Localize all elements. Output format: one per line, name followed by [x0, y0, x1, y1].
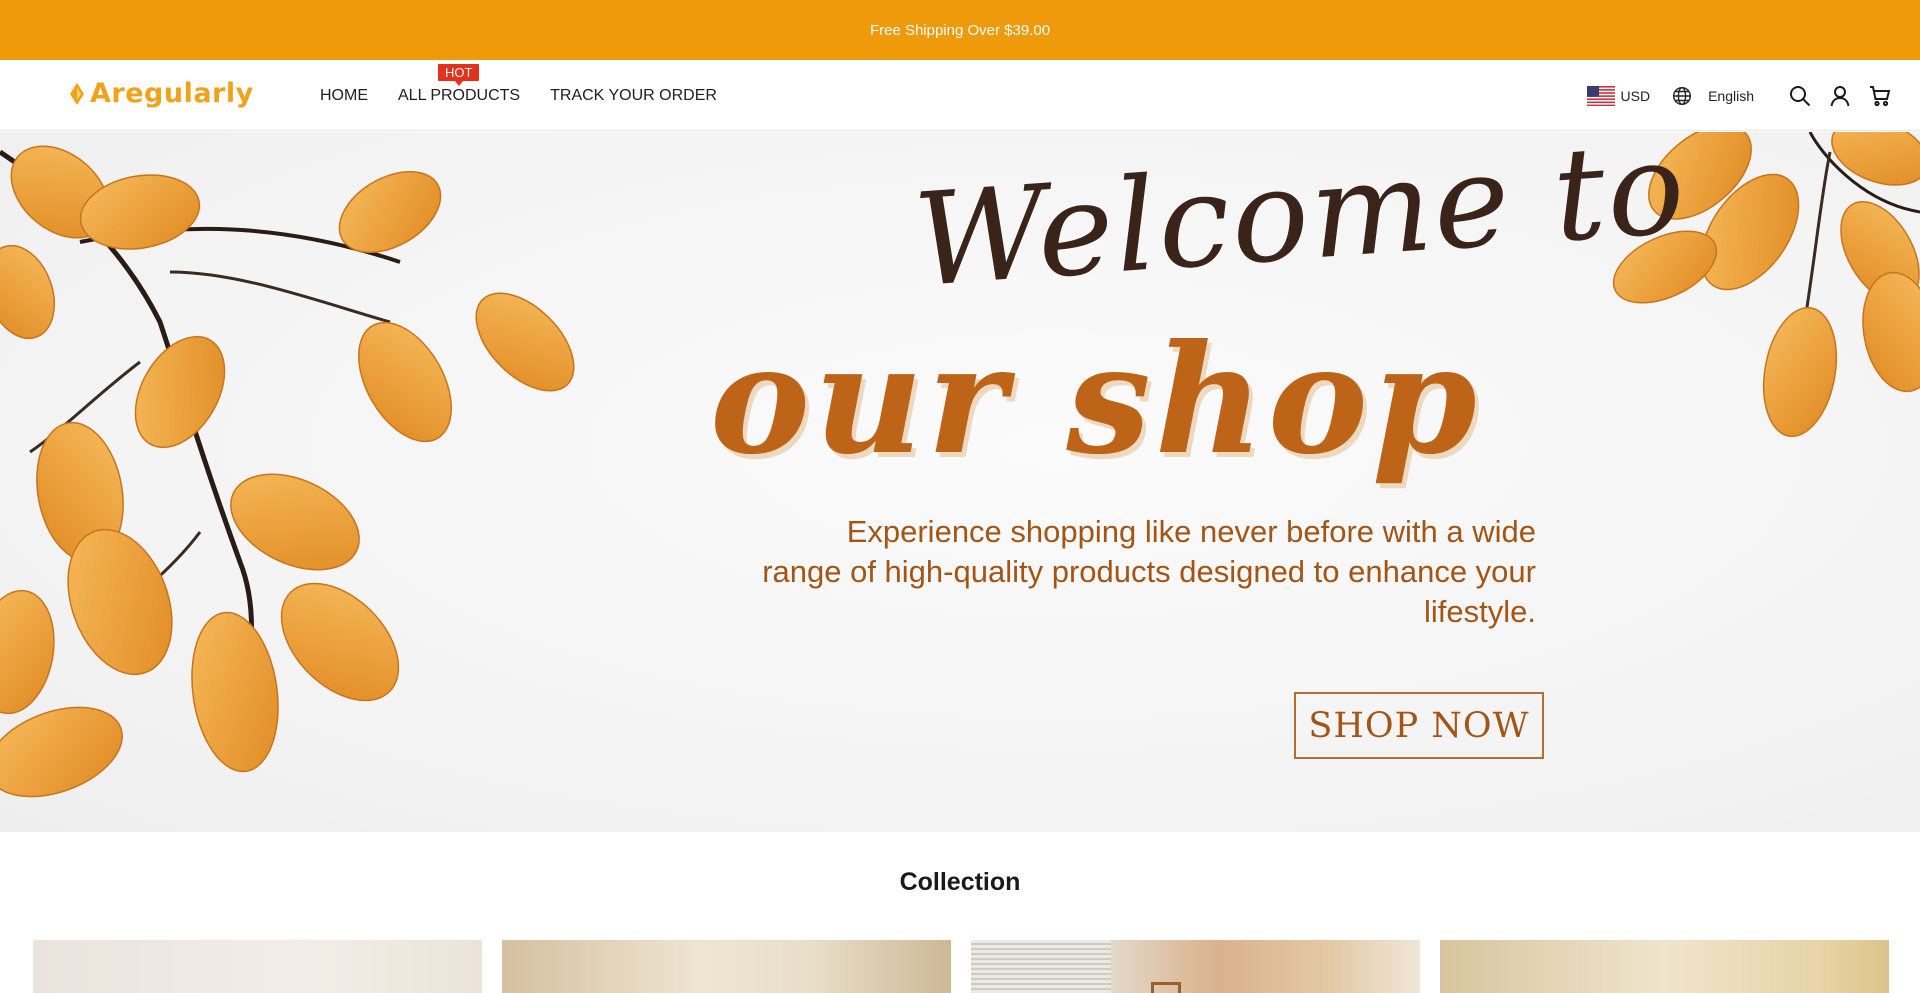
collection-card-4[interactable] — [1440, 940, 1889, 993]
nav-track-order-label: TRACK YOUR ORDER — [550, 86, 717, 104]
currency-label: USD — [1620, 87, 1651, 104]
hero-description: Experience shopping like never before wi… — [762, 514, 1536, 629]
collection-title: Collection — [899, 868, 1021, 896]
account-button[interactable] — [1828, 84, 1852, 108]
nav-track-order[interactable]: TRACK YOUR ORDER — [550, 87, 717, 105]
hot-badge: HOT — [438, 63, 480, 86]
cart-button[interactable] — [1868, 84, 1892, 108]
logo[interactable]: Aregularly — [68, 78, 254, 109]
picture-frame-image — [1151, 982, 1181, 993]
collection-card-3[interactable] — [971, 940, 1420, 993]
hero-title-bold: our shop — [710, 312, 1481, 488]
window-blind-image — [971, 940, 1111, 993]
language-label: English — [1708, 87, 1754, 104]
shop-now-label: SHOP NOW — [1308, 705, 1530, 746]
nav-all-products-label: ALL PRODUCTS — [398, 86, 521, 104]
main-nav: HOME HOT ALL PRODUCTS TRACK YOUR ORDER — [320, 60, 747, 131]
hero-banner: Welcome to our shop Experience shopping … — [0, 132, 1920, 832]
globe-icon — [1673, 86, 1692, 105]
header-actions: USD English — [1586, 60, 1892, 131]
nav-home[interactable]: HOME — [320, 87, 368, 105]
collection-grid — [33, 940, 1889, 993]
collection-card-1[interactable] — [33, 940, 482, 993]
language-selector[interactable]: English — [1672, 86, 1754, 106]
account-icon — [1830, 85, 1850, 106]
nav-all-products[interactable]: HOT ALL PRODUCTS — [398, 63, 521, 105]
site-header: Aregularly HOME HOT ALL PRODUCTS TRACK Y… — [0, 60, 1920, 131]
shop-now-button[interactable]: SHOP NOW — [1294, 692, 1544, 759]
nav-home-label: HOME — [320, 86, 368, 104]
us-flag-icon — [1586, 85, 1615, 106]
announcement-text: Free Shipping Over $39.00 — [869, 21, 1051, 39]
collection-card-2[interactable] — [502, 940, 951, 993]
cart-icon — [1870, 85, 1891, 106]
search-button[interactable] — [1788, 84, 1812, 108]
announcement-bar: Free Shipping Over $39.00 — [0, 0, 1920, 60]
currency-selector[interactable]: USD — [1586, 85, 1651, 106]
logo-text: Aregularly — [90, 78, 254, 109]
logo-mark-icon — [70, 82, 84, 105]
search-icon — [1790, 85, 1811, 106]
